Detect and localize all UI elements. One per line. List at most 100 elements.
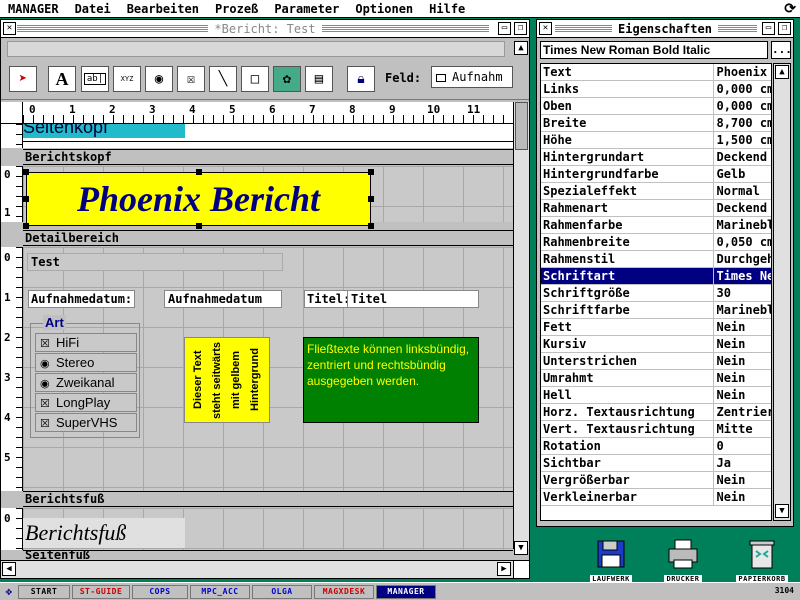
property-row[interactable]: Hintergrundart Deckend: [541, 149, 771, 166]
vertical-scrollbar[interactable]: [513, 102, 529, 549]
selection-handle[interactable]: [368, 196, 374, 202]
section-seitenfuss[interactable]: Seitenfuß: [25, 551, 90, 560]
property-value[interactable]: Phoenix Bericht: [714, 64, 771, 80]
field-tool-icon[interactable]: ab|: [81, 66, 109, 92]
radio-tool-icon[interactable]: ◉: [145, 66, 173, 92]
property-value[interactable]: 0,000 cm: [714, 81, 771, 97]
property-value[interactable]: Nein: [714, 489, 771, 505]
task-start[interactable]: START: [18, 584, 70, 599]
property-value[interactable]: Nein: [714, 336, 771, 352]
property-row[interactable]: Spezialeffekt Normal: [541, 183, 771, 200]
desktop-icon-papierkorb[interactable]: PAPIERKORB: [727, 538, 797, 584]
subform-tool-icon[interactable]: ▤: [305, 66, 333, 92]
property-value[interactable]: Times New Roman: [714, 268, 771, 284]
menu-bearbeiten[interactable]: Bearbeiten: [127, 2, 199, 16]
property-row[interactable]: Sichtbar Ja: [541, 455, 771, 472]
task-mpc-acc[interactable]: MPC_ACC: [190, 584, 250, 599]
property-value[interactable]: Nein: [714, 319, 771, 335]
seitenkopf-label[interactable]: Seitenkopf: [23, 124, 185, 138]
property-value[interactable]: Nein: [714, 353, 771, 369]
property-value[interactable]: Deckend: [714, 149, 771, 165]
property-row[interactable]: SchriftfarbeMarineblau: [541, 302, 771, 319]
property-row[interactable]: Horz. TextausrichtungZentriert: [541, 404, 771, 421]
scroll-up-icon[interactable]: ▲: [514, 41, 528, 55]
close-icon[interactable]: ✕: [539, 22, 552, 35]
property-value[interactable]: Marineblau: [714, 302, 771, 318]
art-groupbox[interactable]: Art ☒ HiFi ◉ Stereo ◉ Zweikanal ☒ LongPlay ☒…: [30, 315, 140, 438]
property-value[interactable]: 0,050 cm: [714, 234, 771, 250]
property-value[interactable]: Ja: [714, 455, 771, 471]
property-row[interactable]: Breite 8,700 cm: [541, 115, 771, 132]
task-manager[interactable]: MANAGER: [376, 584, 436, 599]
section-berichtsfuss[interactable]: Berichtsfuß: [23, 491, 513, 507]
property-value[interactable]: Nein: [714, 472, 771, 488]
scroll-up-icon[interactable]: ▲: [775, 65, 789, 79]
test-field[interactable]: Test: [27, 253, 283, 271]
property-value[interactable]: Mitte: [714, 421, 771, 437]
property-value[interactable]: Nein: [714, 370, 771, 386]
flowtext-box[interactable]: Fließtexte können linksbündig, zentriert…: [303, 337, 479, 423]
art-option-longplay[interactable]: ☒ LongPlay: [35, 393, 137, 412]
menu-prozess[interactable]: Prozeß: [215, 2, 258, 16]
checkbox-tool-icon[interactable]: ☒: [177, 66, 205, 92]
property-value[interactable]: 8,700 cm: [714, 115, 771, 131]
property-row[interactable]: Verkleinerbar Nein: [541, 489, 771, 506]
property-row[interactable]: Fett Nein: [541, 319, 771, 336]
aufnahmedatum-field[interactable]: Aufnahmedatum: [164, 290, 282, 308]
property-value[interactable]: 1,500 cm: [714, 132, 771, 148]
property-row[interactable]: Rahmenbreite 0,050 cm: [541, 234, 771, 251]
property-row[interactable]: Schriftgröße 30: [541, 285, 771, 302]
art-option-hifi[interactable]: ☒ HiFi: [35, 333, 137, 352]
menu-hilfe[interactable]: Hilfe: [429, 2, 465, 16]
sync-icon[interactable]: ⟳: [784, 1, 796, 17]
menu-datei[interactable]: Datei: [75, 2, 111, 16]
art-option-supervhs[interactable]: ☒ SuperVHS: [35, 413, 137, 432]
iconify-icon[interactable]: ▭: [498, 22, 511, 35]
property-value[interactable]: 0: [714, 438, 771, 454]
property-value[interactable]: Deckend: [714, 200, 771, 216]
properties-titlebar[interactable]: ✕ Eigenschaften ▭ ❐: [537, 20, 793, 38]
feld-select[interactable]: Aufnahm: [431, 66, 513, 88]
task-cops[interactable]: COPS: [132, 584, 188, 599]
property-row[interactable]: RahmenfarbeMarineblau: [541, 217, 771, 234]
property-row[interactable]: SchriftartTimes New Roman: [541, 268, 771, 285]
property-value[interactable]: 30: [714, 285, 771, 301]
rectangle-tool-icon[interactable]: □: [241, 66, 269, 92]
berichtsfuss-text-field[interactable]: Berichtsfuß: [23, 518, 185, 548]
scroll-down-icon[interactable]: ▼: [775, 504, 789, 518]
property-value[interactable]: Gelb: [714, 166, 771, 182]
titel-label[interactable]: Titel:: [304, 290, 354, 308]
scroll-down-icon[interactable]: ▼: [514, 541, 528, 555]
line-tool-icon[interactable]: ╲: [209, 66, 237, 92]
property-row[interactable]: Rahmenart Deckend: [541, 200, 771, 217]
selection-handle[interactable]: [196, 169, 202, 175]
property-row[interactable]: Höhe 1,500 cm: [541, 132, 771, 149]
property-row[interactable]: Umrahmt Nein: [541, 370, 771, 387]
task-magxdesk[interactable]: MAGXDESK: [314, 584, 374, 599]
property-value[interactable]: Normal: [714, 183, 771, 199]
property-row[interactable]: Rotation 0: [541, 438, 771, 455]
property-row[interactable]: Vergrößerbar Nein: [541, 472, 771, 489]
property-value[interactable]: 0,000 cm: [714, 98, 771, 114]
close-icon[interactable]: ✕: [3, 22, 16, 35]
property-row[interactable]: Links 0,000 cm: [541, 81, 771, 98]
phoenix-title-field[interactable]: Phoenix Bericht: [26, 172, 371, 226]
section-berichtskopf[interactable]: Berichtskopf: [23, 149, 513, 165]
scroll-thumb[interactable]: [515, 102, 528, 150]
property-value[interactable]: Marineblau: [714, 217, 771, 233]
font-input[interactable]: Times New Roman Bold Italic: [540, 41, 768, 59]
scroll-left-icon[interactable]: ◀: [2, 562, 16, 576]
vertical-text-box[interactable]: Dieser Text steht seitwärts mit gelbem H…: [184, 337, 270, 423]
selection-handle[interactable]: [368, 223, 374, 229]
property-row[interactable]: Hell Nein: [541, 387, 771, 404]
properties-scrollbar[interactable]: ▲ ▼: [773, 63, 791, 521]
property-row[interactable]: RahmenstilDurchgehend: [541, 251, 771, 268]
property-row[interactable]: Vert. Textausrichtung Mitte: [541, 421, 771, 438]
scroll-right-icon[interactable]: ▶: [497, 562, 511, 576]
fullscreen-icon[interactable]: ❐: [514, 22, 527, 35]
section-detailbereich[interactable]: Detailbereich: [23, 230, 513, 246]
selection-handle[interactable]: [23, 196, 29, 202]
selection-handle[interactable]: [196, 223, 202, 229]
menu-manager[interactable]: MANAGER: [8, 2, 59, 16]
property-row[interactable]: Oben 0,000 cm: [541, 98, 771, 115]
